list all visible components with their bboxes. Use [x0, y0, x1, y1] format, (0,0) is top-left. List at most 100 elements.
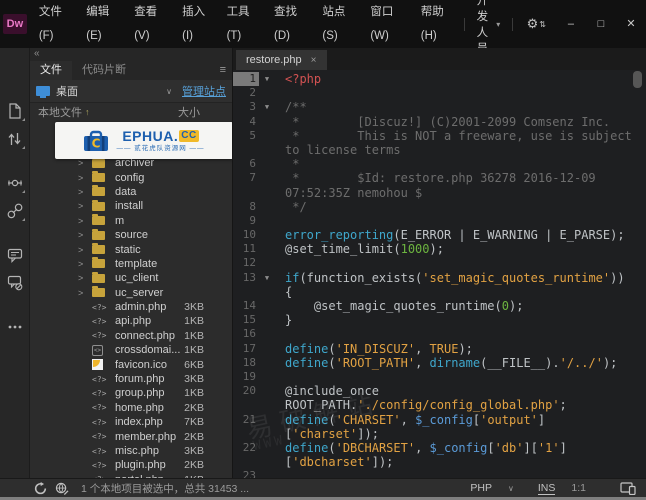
- menu-item-8[interactable]: 帮助(H): [412, 0, 460, 48]
- column-local-files[interactable]: 本地文件: [38, 104, 82, 120]
- tab-snippets[interactable]: 代码片断: [72, 61, 136, 80]
- tree-folder-uc-client[interactable]: >uc_client: [30, 271, 232, 285]
- panel-menu-icon[interactable]: ≡: [214, 61, 232, 80]
- tree-file-crossdomai-[interactable]: <>crossdomai...1KB: [30, 343, 232, 357]
- code-line-23[interactable]: 23: [233, 469, 646, 478]
- menu-item-7[interactable]: 窗口(W): [361, 0, 411, 48]
- code-line-20[interactable]: 20@include_once: [233, 384, 646, 398]
- code-line-wrap[interactable]: ['charset']);: [233, 427, 646, 441]
- expander-icon[interactable]: >: [78, 187, 92, 197]
- code-line-wrap[interactable]: {: [233, 285, 646, 299]
- tree-file-plugin-php[interactable]: <?>plugin.php2KB: [30, 458, 232, 472]
- tree-file-favicon-ico[interactable]: favicon.ico6KB: [30, 357, 232, 371]
- code-line-wrap[interactable]: 07:52:35Z nemohou $: [233, 186, 646, 200]
- tree-file-admin-php[interactable]: <?>admin.php3KB: [30, 300, 232, 314]
- insert-mode-toggle[interactable]: INS: [538, 482, 556, 495]
- code-line-9[interactable]: 9: [233, 214, 646, 228]
- language-selector[interactable]: PHP ∨: [470, 482, 513, 494]
- code-line-18[interactable]: 18define('ROOT_PATH', dirname(__FILE__).…: [233, 356, 646, 370]
- device-preview-icon[interactable]: [620, 482, 636, 495]
- tree-file-group-php[interactable]: <?>group.php1KB: [30, 386, 232, 400]
- comment-off-icon[interactable]: [4, 272, 26, 294]
- expander-icon[interactable]: >: [78, 201, 92, 211]
- code-view[interactable]: 1▼<?php23▼/**4 * [Discuz!] (C)2001-2099 …: [233, 70, 646, 478]
- code-line-16[interactable]: 16: [233, 327, 646, 341]
- expander-icon[interactable]: >: [78, 173, 92, 183]
- collapse-panels-icon[interactable]: «: [34, 48, 40, 59]
- new-document-icon[interactable]: [4, 100, 26, 122]
- fold-arrow-icon[interactable]: ▼: [259, 72, 275, 86]
- code-line-7[interactable]: 7 * $Id: restore.php 36278 2016-12-09: [233, 171, 646, 185]
- menu-item-4[interactable]: 工具(T): [218, 0, 265, 48]
- code-line-wrap[interactable]: ROOT_PATH.'./config/config_global.php';: [233, 398, 646, 412]
- code-line-17[interactable]: 17define('IN_DISCUZ', TRUE);: [233, 342, 646, 356]
- expander-icon[interactable]: >: [78, 216, 92, 226]
- expander-icon[interactable]: >: [78, 288, 92, 298]
- tree-file-member-php[interactable]: <?>member.php2KB: [30, 429, 232, 443]
- tree-folder-source[interactable]: >source: [30, 228, 232, 242]
- sync-settings-button[interactable]: ⚙⇅: [517, 16, 556, 32]
- tree-folder-data[interactable]: >data: [30, 185, 232, 199]
- expander-icon[interactable]: >: [78, 230, 92, 240]
- extract-icon[interactable]: [4, 172, 26, 194]
- tree-folder-install[interactable]: >install: [30, 199, 232, 213]
- code-line-wrap[interactable]: ['dbcharset']);: [233, 455, 646, 469]
- code-line-12[interactable]: 12: [233, 256, 646, 270]
- tree-folder-template[interactable]: >template: [30, 257, 232, 271]
- expander-icon[interactable]: >: [78, 259, 92, 269]
- tree-folder-m[interactable]: >m: [30, 214, 232, 228]
- site-dropdown[interactable]: 桌面: [56, 83, 78, 99]
- code-line-8[interactable]: 8 */: [233, 200, 646, 214]
- code-line-14[interactable]: 14 @set_magic_quotes_runtime(0);: [233, 299, 646, 313]
- tree-file-connect-php[interactable]: <?>connect.php1KB: [30, 329, 232, 343]
- scrollbar-thumb[interactable]: [633, 71, 642, 88]
- code-line-15[interactable]: 15}: [233, 313, 646, 327]
- tree-folder-static[interactable]: >static: [30, 242, 232, 256]
- code-line-11[interactable]: 11@set_time_limit(1000);: [233, 242, 646, 256]
- refresh-icon[interactable]: [34, 482, 47, 495]
- menu-item-1[interactable]: 编辑(E): [77, 0, 125, 48]
- code-line-2[interactable]: 2: [233, 86, 646, 100]
- tree-file-home-php[interactable]: <?>home.php2KB: [30, 401, 232, 415]
- code-line-21[interactable]: 21define('CHARSET', $_config['output']: [233, 413, 646, 427]
- code-line-10[interactable]: 10error_reporting(E_ERROR | E_WARNING | …: [233, 228, 646, 242]
- document-tab[interactable]: restore.php ×: [236, 50, 327, 70]
- tab-files[interactable]: 文件: [30, 61, 72, 80]
- code-line-5[interactable]: 5 * This is NOT a freeware, use is subje…: [233, 129, 646, 143]
- code-line-22[interactable]: 22define('DBCHARSET', $_config['db']['1'…: [233, 441, 646, 455]
- menu-item-0[interactable]: 文件(F): [30, 0, 77, 48]
- tree-file-portal-php[interactable]: <?>portal.php1KB: [30, 473, 232, 478]
- tree-file-api-php[interactable]: <?>api.php1KB: [30, 314, 232, 328]
- code-line-4[interactable]: 4 * [Discuz!] (C)2001-2099 Comsenz Inc.: [233, 115, 646, 129]
- tree-folder-config[interactable]: >config: [30, 170, 232, 184]
- more-options-icon[interactable]: [4, 316, 26, 338]
- tree-file-forum-php[interactable]: <?>forum.php3KB: [30, 372, 232, 386]
- site-sync-icon[interactable]: [55, 482, 69, 495]
- menu-item-3[interactable]: 插入(I): [173, 0, 217, 48]
- file-tree[interactable]: >archiver>config>data>install>m>source>s…: [30, 120, 232, 478]
- expander-icon[interactable]: >: [78, 273, 92, 283]
- menu-item-2[interactable]: 查看(V): [125, 0, 173, 48]
- close-button[interactable]: ✕: [616, 12, 646, 36]
- code-line-19[interactable]: 19: [233, 370, 646, 384]
- minimize-button[interactable]: –: [556, 12, 586, 36]
- code-line-1[interactable]: 1▼<?php: [233, 72, 646, 86]
- tree-file-misc-php[interactable]: <?>misc.php3KB: [30, 444, 232, 458]
- tree-folder-uc-server[interactable]: >uc_server: [30, 286, 232, 300]
- expander-icon[interactable]: >: [78, 158, 92, 168]
- manage-sites-link[interactable]: 管理站点: [182, 83, 226, 99]
- fold-arrow-icon[interactable]: ▼: [259, 271, 275, 285]
- expander-icon[interactable]: >: [78, 245, 92, 255]
- tree-file-index-php[interactable]: <?>index.php7KB: [30, 415, 232, 429]
- code-link-icon[interactable]: [4, 200, 26, 222]
- code-line-13[interactable]: 13▼if(function_exists('set_magic_quotes_…: [233, 271, 646, 285]
- file-transfer-icon[interactable]: [4, 128, 26, 150]
- dreamweaver-logo-icon[interactable]: Dw: [3, 14, 27, 34]
- tab-close-icon[interactable]: ×: [311, 55, 317, 66]
- menu-item-5[interactable]: 查找(D): [265, 0, 313, 48]
- menu-item-6[interactable]: 站点(S): [313, 0, 361, 48]
- maximize-button[interactable]: □: [586, 12, 616, 36]
- chevron-down-icon[interactable]: ∨: [166, 87, 172, 96]
- code-line-3[interactable]: 3▼/**: [233, 100, 646, 114]
- column-size[interactable]: 大小: [178, 104, 200, 120]
